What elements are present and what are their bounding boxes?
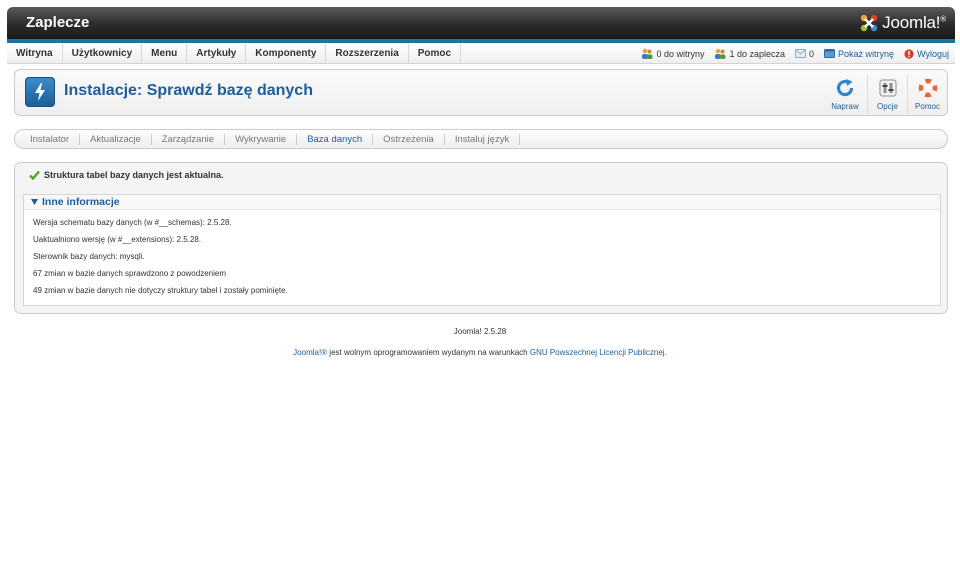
page-toolbar-box: Instalacje: Sprawdź bazę danych Napraw O… (14, 69, 948, 116)
header-title: Zaplecze (26, 14, 90, 31)
submenu-item-zarzadzanie[interactable]: Zarządzanie (152, 133, 226, 145)
site-visitors-status: 0 do witryny (641, 48, 704, 59)
menu-item-witryna[interactable]: Witryna (7, 43, 63, 64)
toolbar: Napraw Opcje Pomoc (823, 75, 947, 113)
footer-version: Joomla! 2.5.28 (453, 327, 507, 336)
status-bar: 0 do witryny 1 do zaplecza 0 Pokaż witry… (631, 43, 949, 64)
license-text: jest wolnym oprogramowaniem wydanym na w… (327, 348, 530, 357)
main-menubar: Witryna Użytkownicy Menu Artykuły Kompon… (7, 43, 955, 64)
submenu: Instalator Aktualizacje Zarządzanie Wykr… (14, 129, 948, 149)
info-panel-header[interactable]: Inne informacje (24, 195, 940, 210)
checkmark-icon (29, 170, 40, 180)
admin-header: Zaplecze Joomla!® (7, 7, 955, 39)
submenu-item-instalator[interactable]: Instalator (20, 133, 81, 145)
info-panel-body: Wersja schematu bazy danych (w #__schema… (24, 210, 940, 309)
help-button[interactable]: Pomoc (907, 75, 947, 113)
fix-button[interactable]: Napraw (823, 75, 867, 113)
fix-button-label: Napraw (831, 102, 859, 111)
menu-item-rozszerzenia[interactable]: Rozszerzenia (326, 43, 409, 64)
menu-item-artykuly[interactable]: Artykuły (187, 43, 247, 64)
lightning-icon (35, 83, 45, 101)
main-menu: Witryna Użytkownicy Menu Artykuły Kompon… (7, 43, 462, 64)
options-button[interactable]: Opcje (867, 75, 907, 113)
submenu-item-instaluj-jezyk[interactable]: Instaluj język (445, 133, 521, 145)
license-end: . (664, 348, 667, 357)
info-panel-title: Inne informacje (42, 196, 120, 208)
users-icon (642, 48, 653, 59)
joomla-link[interactable]: Joomla!® (293, 348, 327, 357)
info-line: Sterownik bazy danych: mysqli. (33, 252, 145, 261)
admin-visitors-label: 1 do zaplecza (729, 48, 786, 59)
info-line: Uaktualniono wersję (w #__extensions): 2… (33, 235, 202, 244)
page-title: Instalacje: Sprawdź bazę danych (64, 82, 313, 99)
users-icon (715, 48, 726, 59)
view-site-icon (824, 49, 836, 58)
options-icon (879, 79, 896, 97)
logout-link[interactable]: Wyloguj (904, 49, 949, 59)
submenu-item-ostrzezenia[interactable]: Ostrzeżenia (373, 133, 445, 145)
admin-visitors-status: 1 do zaplecza (714, 48, 785, 59)
collapse-triangle-icon (31, 199, 38, 205)
info-line: Wersja schematu bazy danych (w #__schema… (33, 218, 232, 227)
content-area: Struktura tabel bazy danych jest aktualn… (14, 162, 948, 314)
menu-item-menu[interactable]: Menu (142, 43, 188, 64)
joomla-logo-text: Joomla!® (882, 13, 946, 32)
logout-label: Wyloguj (917, 48, 949, 59)
footer-license: Joomla!® jest wolnym oprogramowaniem wyd… (0, 348, 960, 357)
install-page-icon (25, 77, 55, 107)
info-line: 67 zmian w bazie danych sprawdzono z pow… (33, 269, 226, 278)
gpl-license-link[interactable]: GNU Powszechnej Licencji Publicznej (530, 348, 665, 357)
messages-count: 0 (809, 48, 815, 59)
menu-item-uzytkownicy[interactable]: Użytkownicy (63, 43, 143, 64)
submenu-item-wykrywanie[interactable]: Wykrywanie (225, 133, 298, 145)
view-site-link[interactable]: Pokaż witrynę (824, 49, 894, 59)
options-button-label: Opcje (877, 102, 898, 111)
messages-status[interactable]: 0 (795, 49, 814, 59)
messages-icon (795, 49, 807, 58)
submenu-item-baza-danych[interactable]: Baza danych (297, 133, 374, 145)
site-visitors-label: 0 do witryny (656, 48, 705, 59)
refresh-icon (836, 79, 854, 97)
info-line: 49 zmian w bazie danych nie dotyczy stru… (33, 286, 288, 295)
lifebuoy-icon (918, 78, 937, 98)
menu-item-pomoc[interactable]: Pomoc (409, 43, 462, 64)
menu-item-komponenty[interactable]: Komponenty (246, 43, 327, 64)
submenu-item-aktualizacje[interactable]: Aktualizacje (80, 133, 152, 145)
help-button-label: Pomoc (915, 102, 940, 111)
joomla-logo: Joomla!® (859, 12, 946, 34)
joomla-logo-icon (860, 14, 878, 32)
success-message-text: Struktura tabel bazy danych jest aktualn… (44, 170, 224, 180)
info-panel: Inne informacje Wersja schematu bazy dan… (23, 194, 941, 306)
view-site-label: Pokaż witrynę (838, 48, 895, 59)
success-message: Struktura tabel bazy danych jest aktualn… (29, 170, 224, 180)
logout-icon (904, 48, 914, 59)
